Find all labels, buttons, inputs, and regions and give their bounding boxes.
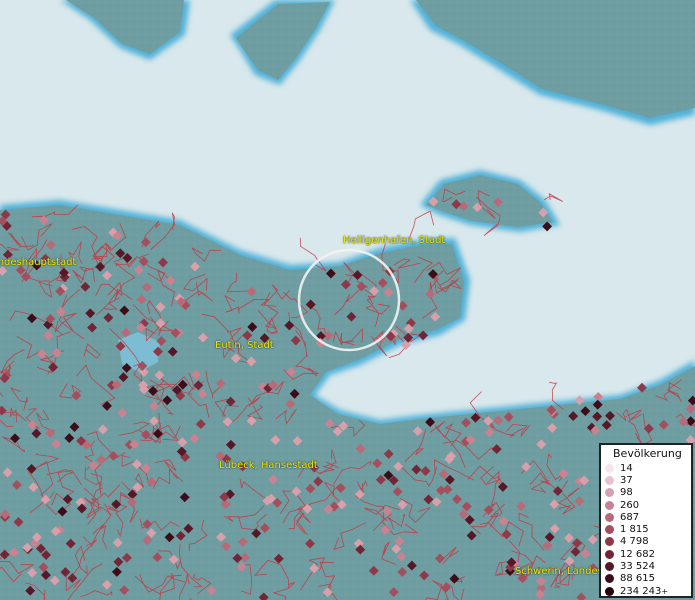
label-eutin: Eutin, Stadt xyxy=(215,340,274,351)
label-luebeck: Lübeck, Hansestadt xyxy=(219,460,318,471)
legend-item: 88 615 xyxy=(601,573,691,585)
legend-item: 687 xyxy=(601,511,691,523)
legend-swatch xyxy=(605,562,614,572)
legend-item: 33 524 xyxy=(601,560,691,572)
legend-swatch xyxy=(605,537,614,547)
legend-value: 14 xyxy=(620,462,633,474)
legend-value: 98 xyxy=(620,487,633,499)
legend-rows: 14 37 98 260 687 1 815 4 798 12 682 33 524 88 615… xyxy=(601,462,691,597)
legend-swatch xyxy=(605,475,614,485)
legend-value: 4 798 xyxy=(620,536,649,548)
legend-swatch xyxy=(605,488,614,498)
legend-value: 687 xyxy=(620,511,640,523)
label-schwerin: Schwerin, Landes xyxy=(515,566,603,577)
legend-item: 1 815 xyxy=(601,523,691,535)
legend-item: 234 243 + xyxy=(601,585,691,597)
legend-value: 37 xyxy=(620,474,633,486)
map-canvas[interactable] xyxy=(0,0,695,600)
legend-swatch xyxy=(605,586,614,596)
label-heiligenhafen: Heiligenhafen, Stadt xyxy=(343,235,446,246)
legend-title: Bevölkerung xyxy=(613,447,682,460)
legend-value: 234 243 xyxy=(620,585,662,597)
legend-value: 1 815 xyxy=(620,524,649,536)
legend-item: 4 798 xyxy=(601,536,691,548)
legend-item: 98 xyxy=(601,487,691,499)
legend-value: 88 615 xyxy=(620,573,655,585)
legend-item: 14 xyxy=(601,462,691,474)
legend-item: 260 xyxy=(601,499,691,511)
legend-swatch xyxy=(605,512,614,522)
legend-swatch xyxy=(605,574,614,584)
legend-value: 12 682 xyxy=(620,548,655,560)
legend-swatch xyxy=(605,525,614,535)
legend-overflow-mark: + xyxy=(661,586,669,596)
legend-item: 12 682 xyxy=(601,548,691,560)
population-legend: Bevölkerung 14 37 98 260 687 1 815 4 798 12 682… xyxy=(599,443,693,598)
legend-swatch xyxy=(605,463,614,473)
legend-swatch xyxy=(605,549,614,559)
label-landeshauptstadt: Landeshauptstadt xyxy=(0,257,77,268)
legend-item: 37 xyxy=(601,474,691,486)
legend-swatch xyxy=(605,500,614,510)
legend-value: 33 524 xyxy=(620,561,655,573)
legend-value: 260 xyxy=(620,499,640,511)
